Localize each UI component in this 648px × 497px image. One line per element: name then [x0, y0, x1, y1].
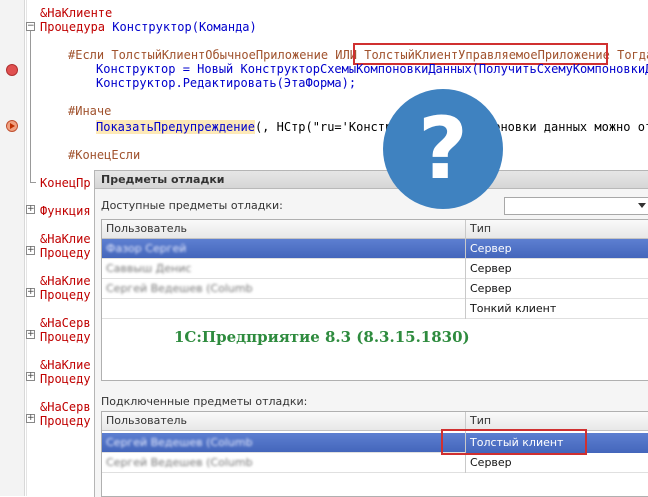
breakpoint-icon[interactable]: [6, 64, 18, 76]
code-line: Конструктор = Новый КонструкторСхемыКомп…: [96, 62, 648, 76]
cell-user: Сергей Ведешев (Columbus): [106, 456, 252, 469]
code-line: Процеду: [40, 288, 91, 302]
code-line: &НаКлие: [40, 358, 91, 372]
code-line: Функция: [40, 204, 91, 218]
fold-guide-end: [30, 182, 36, 183]
fold-guide-line: [30, 31, 31, 183]
current-line-breakpoint-icon[interactable]: [6, 120, 18, 132]
version-caption: 1С:Предприятие 8.3 (8.3.15.1830): [174, 328, 470, 346]
column-header-type[interactable]: Тип: [466, 220, 648, 238]
keyword: Процедура: [40, 20, 106, 34]
table-row[interactable]: Сергей Ведешев (Columbus) Сервер: [102, 453, 648, 473]
code-line: &НаКлие: [40, 274, 91, 288]
code-line: #КонецЕсли: [68, 148, 141, 162]
code-line: &НаСерв: [40, 316, 91, 330]
code-line: КонецПр: [40, 176, 91, 190]
fold-expand-icon[interactable]: +: [26, 288, 35, 297]
current-statement: ПоказатьПредупреждение: [96, 120, 255, 134]
code-line: #Иначе: [68, 104, 112, 118]
code-line: Процеду: [40, 414, 91, 428]
question-mark-icon: ?: [383, 89, 503, 209]
highlight-frame: [441, 429, 587, 455]
fold-expand-icon[interactable]: +: [26, 246, 35, 255]
table-row[interactable]: Тонкий клиент: [102, 299, 648, 319]
column-header-user[interactable]: Пользователь: [102, 412, 465, 430]
fold-expand-icon[interactable]: +: [26, 330, 35, 339]
chevron-down-icon[interactable]: [638, 203, 646, 208]
filter-dropdown[interactable]: [504, 197, 648, 215]
code-line: ПоказатьПредупреждение(, НСтр("ru='Конст…: [96, 120, 414, 134]
table-header: Пользователь Тип: [102, 220, 648, 239]
cell-type: Сервер: [470, 456, 512, 469]
column-header-user[interactable]: Пользователь: [102, 220, 465, 238]
code-line: Конструктор.Редактировать(ЭтаФорма);: [96, 76, 357, 90]
code-line: &НаСерв: [40, 400, 91, 414]
cell-user: Сергей Ведешев (Columbus): [106, 282, 252, 295]
code-line: &НаКлие: [40, 232, 91, 246]
cell-user: [102, 299, 252, 319]
table-row[interactable]: Саввыш Денис Сервер: [102, 259, 648, 279]
identifier: Конструктор(Команда): [112, 20, 257, 34]
table-row[interactable]: Сергей Ведешев (Columbus) Сервер: [102, 279, 648, 299]
fold-collapse-icon[interactable]: −: [26, 22, 35, 31]
cell-type: Тонкий клиент: [470, 302, 557, 315]
code-line: Процедура Конструктор(Команда): [40, 20, 257, 34]
table-row[interactable]: Фазор Сергей Сервер: [102, 239, 648, 259]
available-items-table[interactable]: Пользователь Тип Фазор Сергей Сервер Сав…: [101, 219, 648, 381]
cell-type: Сервер: [470, 262, 512, 275]
code-line: Процеду: [40, 330, 91, 344]
connected-items-label: Подключенные предметы отладки:: [101, 395, 308, 408]
cell-user: Фазор Сергей: [106, 242, 187, 255]
column-separator: [465, 220, 466, 319]
debug-items-dialog[interactable]: Предметы отладки Доступные предметы отла…: [94, 170, 648, 497]
code-line: Процеду: [40, 372, 91, 386]
cell-user: Сергей Ведешев (Columbus): [106, 436, 252, 449]
preprocessor: #Если ТолстыйКлиентОбычноеПриложение ИЛИ: [68, 48, 357, 62]
fold-expand-icon[interactable]: +: [26, 372, 35, 381]
cell-type: Сервер: [470, 242, 512, 255]
cell-user: Саввыш Денис: [106, 262, 192, 275]
fold-expand-icon[interactable]: +: [26, 205, 35, 214]
dialog-title[interactable]: Предметы отладки: [95, 171, 648, 189]
code-line: Процеду: [40, 246, 91, 260]
preprocessor: Тогда: [617, 48, 648, 62]
column-header-type[interactable]: Тип: [466, 412, 648, 430]
code-line: поновки данных можно от: [486, 120, 648, 134]
fold-expand-icon[interactable]: +: [26, 414, 35, 423]
available-items-label: Доступные предметы отладки:: [101, 199, 283, 212]
code-line: &НаКлиенте: [40, 6, 113, 20]
cell-type: Сервер: [470, 282, 512, 295]
